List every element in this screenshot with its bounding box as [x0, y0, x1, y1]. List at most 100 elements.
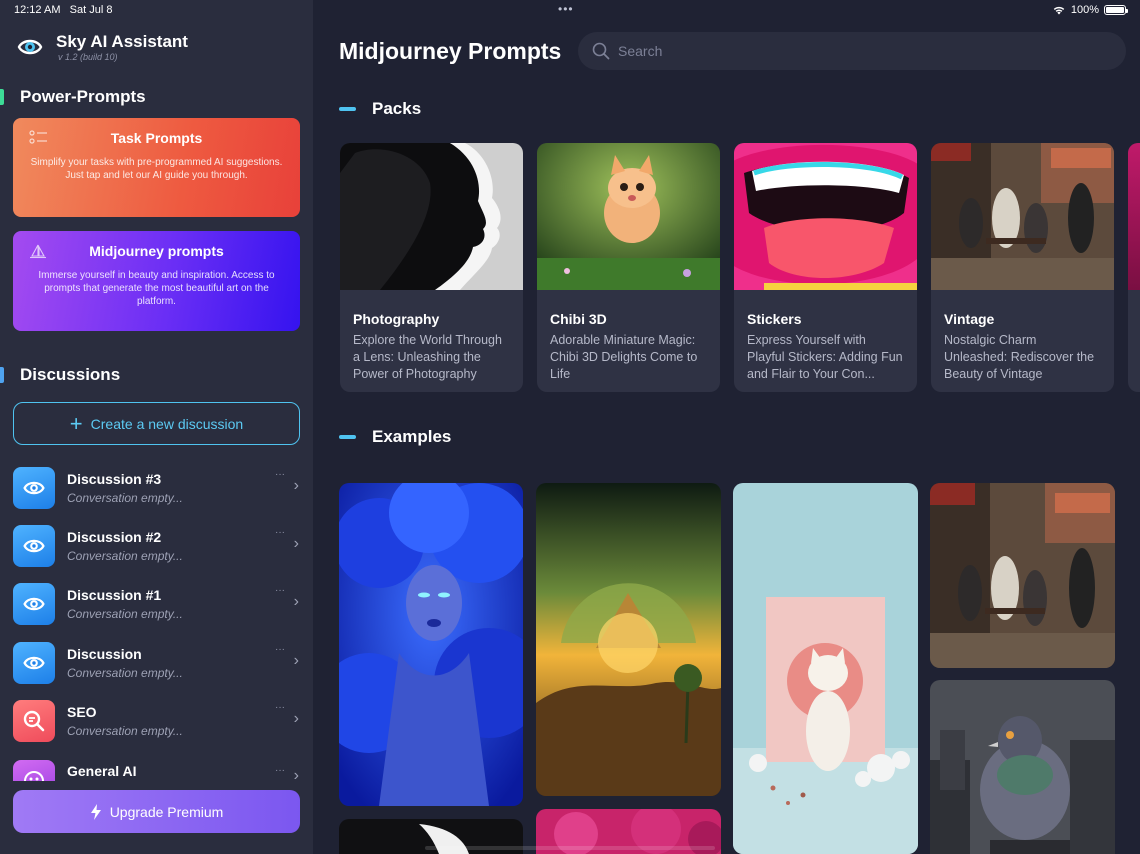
pack-image [1128, 143, 1140, 290]
upgrade-premium-button[interactable]: Upgrade Premium [13, 790, 300, 833]
create-discussion-label: Create a new discussion [90, 415, 244, 432]
example-image [339, 483, 523, 806]
create-discussion-button[interactable]: + Create a new discussion [13, 402, 300, 445]
pack-desc: Nostalgic Charm Unleashed: Rediscover th… [944, 333, 1095, 381]
plus-icon: + [69, 410, 83, 436]
app-version: v 1.2 (build 10) [58, 52, 118, 62]
search-icon [592, 42, 610, 60]
discussion-item[interactable]: Discussion #3 Conversation empty... ··· › [13, 465, 303, 511]
eye-logo-icon [17, 39, 43, 55]
pack-card-stickers[interactable]: Stickers Express Yourself with Playful St… [734, 143, 917, 392]
eye-icon [13, 467, 55, 509]
pack-image [537, 143, 720, 290]
heading-dash [339, 107, 356, 111]
search-magnifier-icon [13, 700, 55, 742]
multitask-dots[interactable]: ••• [558, 2, 574, 16]
discussion-name: Discussion #1 [67, 587, 162, 603]
chevron-right-icon: › [293, 767, 299, 781]
example-image-vintage-cafe[interactable] [930, 483, 1115, 668]
example-image-pigeon[interactable] [930, 680, 1115, 854]
heading-dash [339, 435, 356, 439]
pack-title: Chibi 3D [550, 311, 607, 327]
status-bar: 12:12 AM Sat Jul 8 ••• 100% [0, 0, 1140, 20]
midjourney-prompts-desc: Immerse yourself in beauty and inspirati… [38, 270, 275, 307]
page-title: Midjourney Prompts [339, 38, 562, 64]
pack-title: Stickers [747, 311, 802, 327]
packs-heading-text: Packs [372, 99, 422, 118]
task-prompts-desc: Simplify your tasks with pre-programmed … [30, 157, 283, 181]
discussion-item[interactable]: Discussion #1 Conversation empty... ··· › [13, 581, 303, 627]
discussion-name: Discussion #2 [67, 529, 162, 545]
pack-title: Vintage [944, 311, 995, 327]
robot-icon [13, 760, 55, 781]
app-root: 12:12 AM Sat Jul 8 ••• 100% Sky AI Assis… [0, 0, 1140, 854]
status-right: 100% [1052, 4, 1128, 16]
pack-card-photography[interactable]: Photography Explore the World Through a L… [340, 143, 523, 392]
more-icon[interactable]: ··· [275, 469, 285, 480]
chevron-right-icon: › [293, 477, 299, 494]
example-image-pyramid[interactable] [536, 483, 721, 796]
pack-card-partial[interactable] [1128, 143, 1140, 392]
search-input[interactable] [618, 43, 1098, 59]
pack-title: Photography [353, 311, 440, 327]
example-image [733, 483, 918, 854]
power-prompts-heading: Power-Prompts [20, 87, 146, 106]
example-image-white-cat[interactable] [733, 483, 918, 854]
eye-icon [13, 642, 55, 684]
examples-heading: Examples [339, 427, 451, 447]
more-icon[interactable]: ··· [275, 644, 285, 655]
home-indicator [425, 846, 715, 850]
example-image [536, 483, 721, 796]
discussions-heading: Discussions [20, 365, 121, 384]
section-accent-bar [0, 367, 4, 383]
example-image-blue-woman[interactable] [339, 483, 523, 806]
eye-icon [13, 583, 55, 625]
sidebar: Sky AI Assistant v 1.2 (build 10) Power-… [0, 0, 313, 854]
status-time: 12:12 AM Sat Jul 8 [14, 4, 113, 16]
discussion-subtitle: Conversation empty... [67, 549, 183, 563]
chevron-right-icon: › [293, 535, 299, 552]
discussion-subtitle: Conversation empty... [67, 491, 183, 505]
checklist-icon [29, 130, 49, 149]
midjourney-prompts-title: Midjourney prompts [89, 243, 224, 259]
discussion-name: Discussion #3 [67, 471, 162, 487]
more-icon[interactable]: ··· [275, 765, 285, 776]
more-icon[interactable]: ··· [275, 527, 285, 538]
discussion-subtitle: Conversation empty... [67, 607, 183, 621]
battery-icon [1104, 5, 1128, 15]
midjourney-prompts-card[interactable]: Midjourney prompts Immerse yourself in b… [13, 231, 300, 331]
chevron-right-icon: › [293, 710, 299, 727]
app-name: Sky AI Assistant [56, 32, 188, 51]
discussion-subtitle: Conversation empty... [67, 666, 183, 680]
battery-percent: 100% [1070, 4, 1099, 16]
discussion-name: General AI [67, 763, 137, 779]
discussion-name: SEO [67, 704, 97, 720]
task-prompts-card[interactable]: Task Prompts Simplify your tasks with pr… [13, 118, 300, 217]
example-image [930, 483, 1115, 668]
discussion-name: Discussion [67, 646, 142, 662]
task-prompts-title: Task Prompts [110, 130, 203, 146]
pack-image [734, 143, 917, 290]
pack-card-chibi-3d[interactable]: Chibi 3D Adorable Miniature Magic: Chibi … [537, 143, 720, 392]
discussion-item[interactable]: Discussion Conversation empty... ··· › [13, 640, 303, 686]
chevron-right-icon: › [293, 593, 299, 610]
pack-desc: Adorable Miniature Magic: Chibi 3D Delig… [550, 333, 698, 381]
upgrade-premium-label: Upgrade Premium [109, 803, 224, 820]
chevron-right-icon: › [293, 652, 299, 669]
more-icon[interactable]: ··· [275, 702, 285, 713]
discussion-item[interactable]: Discussion #2 Conversation empty... ··· › [13, 523, 303, 569]
pack-desc: Express Yourself with Playful Stickers: … [747, 333, 903, 381]
pack-image [931, 143, 1114, 290]
discussion-item[interactable]: SEO Conversation empty... ··· › [13, 698, 303, 744]
pack-desc: Explore the World Through a Lens: Unleas… [353, 333, 502, 381]
discussion-subtitle: Conversation empty... [67, 724, 183, 738]
pack-card-vintage[interactable]: Vintage Nostalgic Charm Unleashed: Redisc… [931, 143, 1114, 392]
more-icon[interactable]: ··· [275, 585, 285, 596]
section-accent-bar [0, 89, 4, 105]
search-bar[interactable] [578, 32, 1126, 70]
pack-image [340, 143, 523, 290]
lightning-icon [90, 803, 101, 820]
discussion-item[interactable]: General AI ··· › [13, 757, 303, 781]
sailboat-icon [29, 243, 47, 262]
example-image [930, 680, 1115, 854]
